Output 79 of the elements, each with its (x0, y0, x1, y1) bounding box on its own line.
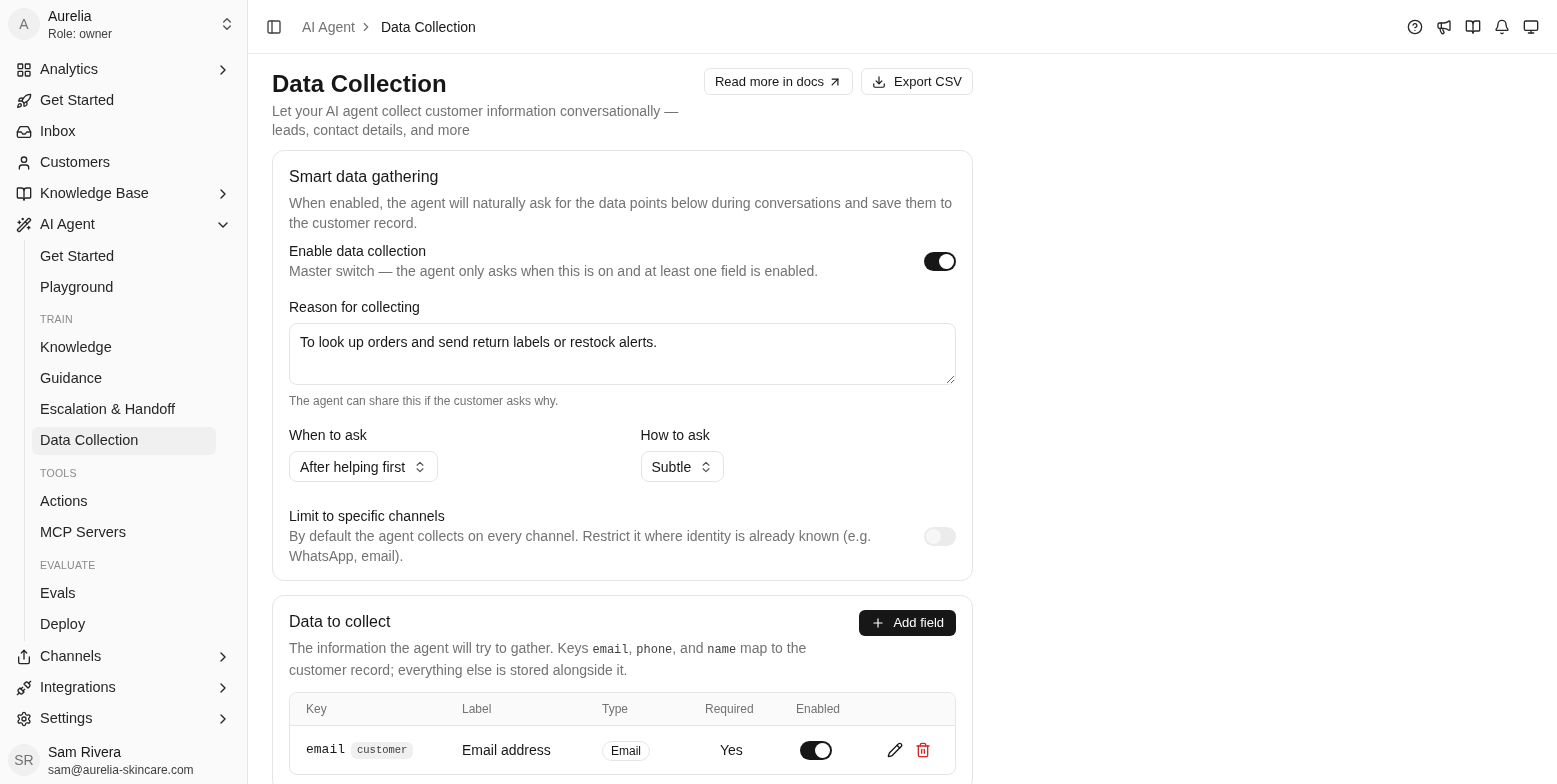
nav-subitem[interactable]: Actions (32, 488, 216, 516)
column-header: Key (306, 701, 328, 717)
card-title: Smart data gathering (289, 167, 440, 187)
edit-icon[interactable] (887, 742, 903, 758)
book-icon[interactable] (1465, 18, 1481, 35)
key-tag: customer (351, 741, 414, 759)
settings-icon (16, 710, 32, 727)
nav-item[interactable]: AI Agent (8, 209, 239, 240)
person-icon (16, 154, 32, 171)
breadcrumb-current: Data Collection (380, 17, 476, 37)
workspace-avatar: A (8, 8, 40, 40)
export-button[interactable]: Export CSV (861, 68, 973, 95)
user-email: sam@aurelia-skincare.com (48, 762, 194, 778)
select-field[interactable]: After helping first (289, 451, 439, 482)
inbox-icon (16, 123, 32, 140)
monitor-icon[interactable] (1523, 18, 1539, 35)
nav-subitem[interactable]: Get Started (32, 242, 216, 271)
toggle-switch[interactable] (800, 740, 832, 760)
user-name: Sam Rivera (48, 743, 123, 762)
nav-subitem[interactable]: Deploy (32, 610, 216, 639)
select-field[interactable]: Subtle (640, 451, 725, 482)
nav-section-label: TRAIN (39, 312, 74, 327)
card-title: Data to collect (289, 612, 392, 632)
workspace-role: Role: owner (48, 26, 114, 42)
nav-subitem[interactable]: MCP Servers (32, 519, 216, 547)
nav-item[interactable]: Analytics (8, 54, 239, 85)
nav-subitem[interactable]: Evals (32, 579, 216, 608)
nav-item[interactable]: Inbox (8, 116, 239, 147)
plus-icon (871, 616, 886, 630)
nav-subitem[interactable]: Escalation & Handoff (32, 396, 216, 425)
grid-icon (16, 61, 32, 78)
nav-item[interactable]: Get Started (8, 85, 239, 116)
column-header: Label (462, 701, 493, 717)
reason-textarea[interactable]: To look up orders and send return labels or restock alerts. (289, 323, 956, 385)
column-header: Enabled (796, 701, 842, 717)
page-subtitle: Let your AI agent collect customer information conversationally — leads, contact details, and more (272, 102, 680, 140)
field-label: Reason for collecting (289, 298, 421, 317)
setting-description: By default the agent collects on every channel. Restrict it where identity is already known (e.g. WhatsApp, email). (289, 527, 873, 566)
field-label: When to ask (289, 426, 367, 445)
setting-label: Enable data collection (289, 242, 427, 261)
table-cell-text: Yes (719, 741, 744, 760)
user-avatar: SR (8, 744, 40, 776)
share-icon (16, 648, 32, 665)
page-title: Data Collection (272, 69, 448, 99)
toggle-switch[interactable] (924, 251, 956, 271)
help-icon[interactable] (1407, 18, 1423, 35)
sidebar-toggle-icon[interactable] (266, 18, 282, 35)
nav-subitem[interactable]: Guidance (32, 365, 216, 394)
add-field-button[interactable]: Add field (859, 610, 956, 636)
sparkle-wand-icon (16, 216, 32, 233)
column-header: Required (704, 701, 755, 717)
setting-description: Master switch — the agent only asks when this is on and at least one field is enabled. (289, 262, 819, 281)
column-header: Type (602, 701, 629, 717)
nav-subitem[interactable]: Knowledge (32, 334, 216, 363)
nav-subitem[interactable]: Playground (32, 273, 216, 302)
nav-item[interactable]: Customers (8, 147, 239, 178)
book-icon (16, 185, 32, 202)
breadcrumb-link[interactable]: AI Agent (302, 16, 355, 37)
card-description: When enabled, the agent will naturally ask for the data points below during conversations and save them to the customer record. (289, 194, 954, 233)
docs-link-button[interactable]: Read more in docs (703, 68, 854, 95)
field-hint: The agent can share this if the customer asks why. (289, 393, 560, 409)
workspace-name: Aurelia (48, 7, 93, 26)
nav-section-label: TOOLS (39, 465, 78, 481)
rocket-icon (16, 92, 32, 109)
plug-icon (16, 679, 32, 696)
nav-section-label: EVALUATE (39, 557, 97, 573)
table-cell-text: Email address (462, 741, 552, 760)
nav-item[interactable]: Settings (8, 703, 239, 735)
delete-icon[interactable] (915, 742, 931, 758)
field-key: email (306, 740, 345, 760)
megaphone-icon[interactable] (1436, 18, 1452, 35)
nav-subitem[interactable]: Data Collection (32, 427, 216, 456)
download-icon (872, 74, 887, 89)
nav-item[interactable]: Knowledge Base (8, 178, 239, 209)
setting-label: Limit to specific channels (289, 507, 446, 526)
field-label: How to ask (640, 426, 710, 445)
nav-item[interactable]: Integrations (8, 672, 239, 704)
nav-item[interactable]: Channels (8, 641, 239, 673)
bell-icon[interactable] (1494, 18, 1510, 35)
